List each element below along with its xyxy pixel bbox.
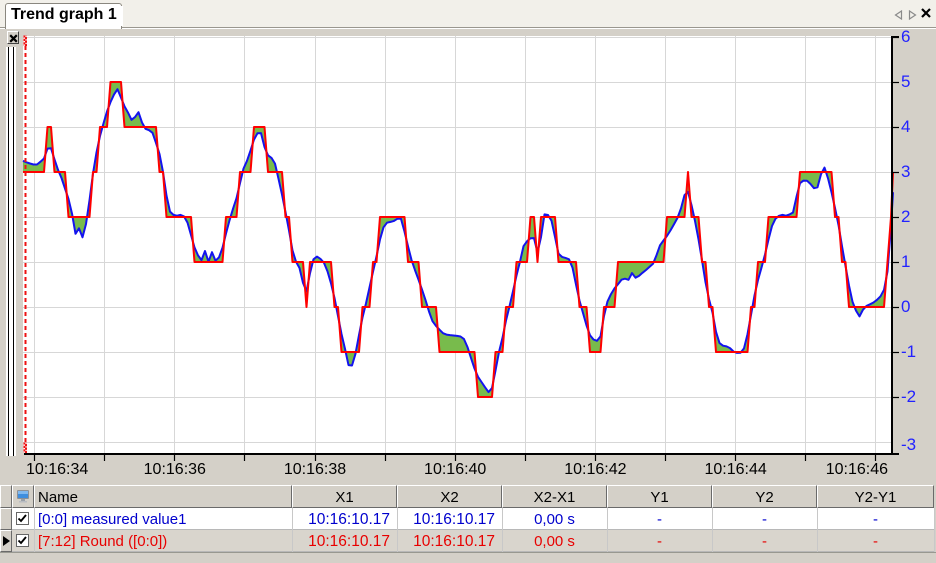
svg-text:10:16:44: 10:16:44 [704, 461, 766, 478]
svg-text:10:16:46: 10:16:46 [826, 461, 888, 478]
svg-text:3: 3 [901, 162, 910, 181]
svg-text:10:16:36: 10:16:36 [144, 461, 206, 478]
svg-text:2: 2 [901, 207, 910, 226]
svg-text:-1: -1 [901, 342, 916, 361]
svg-text:0: 0 [901, 297, 910, 316]
svg-text:5: 5 [901, 72, 910, 91]
svg-text:1: 1 [901, 252, 910, 271]
svg-text:10:16:34: 10:16:34 [26, 461, 88, 478]
svg-text:-3: -3 [901, 435, 916, 454]
svg-text:10:16:38: 10:16:38 [284, 461, 346, 478]
svg-text:10:16:40: 10:16:40 [424, 461, 486, 478]
svg-text:10:16:42: 10:16:42 [564, 461, 626, 478]
svg-text:6: 6 [901, 27, 910, 46]
svg-text:-2: -2 [901, 387, 916, 406]
svg-text:4: 4 [901, 117, 910, 136]
